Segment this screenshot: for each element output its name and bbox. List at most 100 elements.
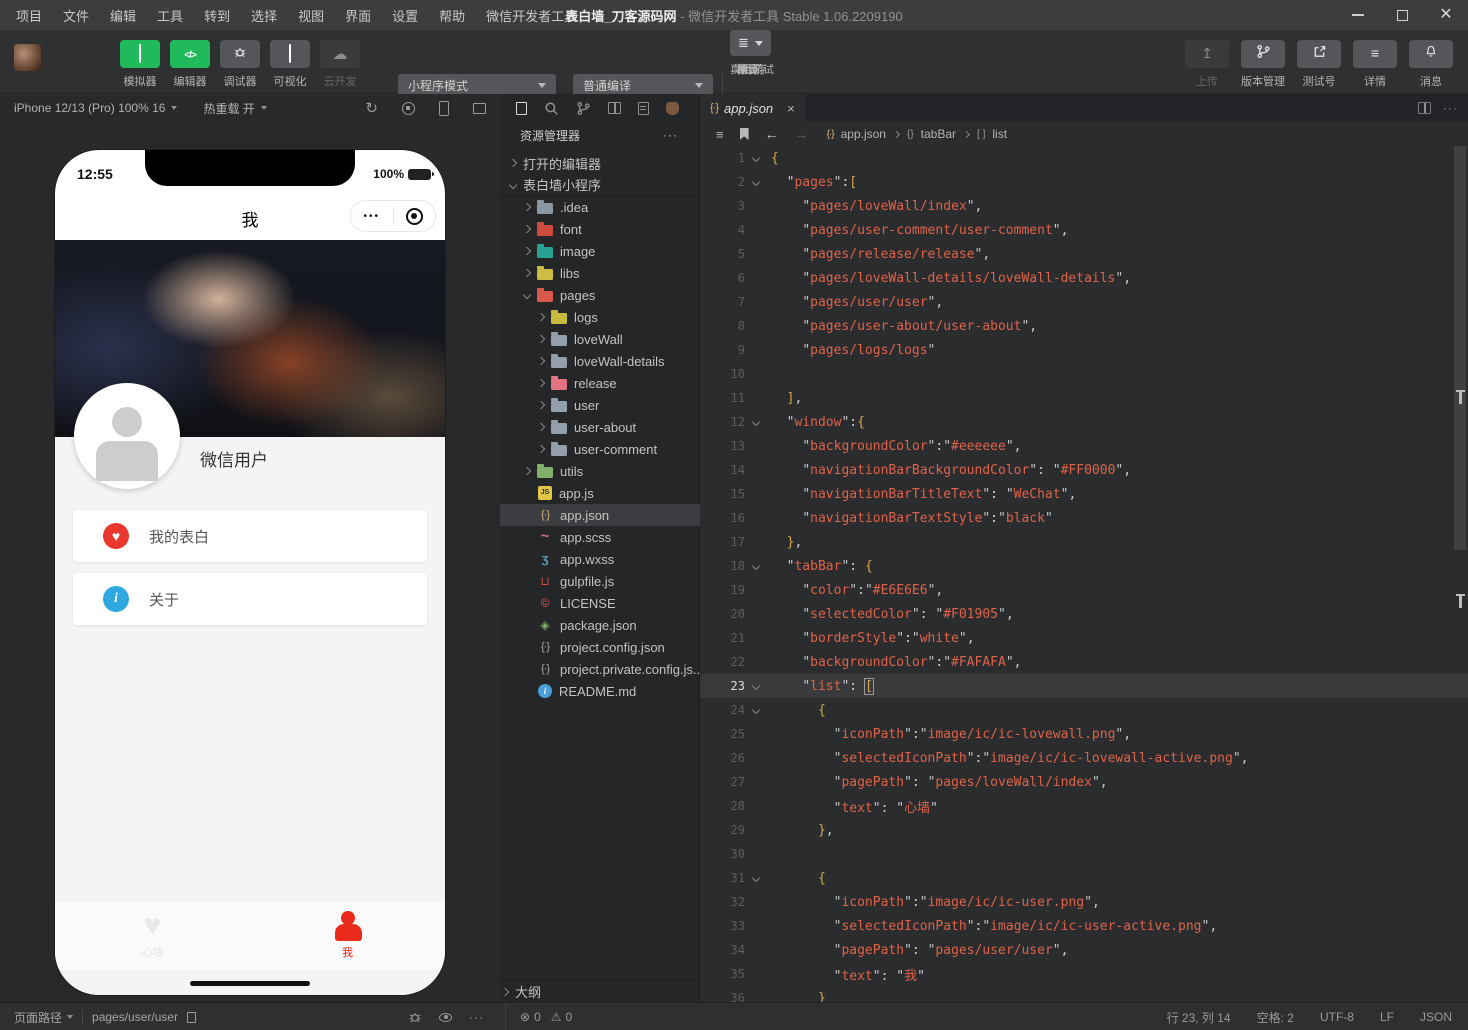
code-line-25[interactable]: 25 "iconPath":"image/ic/ic-lovewall.png"…: [700, 722, 1468, 746]
menu-文件[interactable]: 文件: [63, 6, 89, 25]
code-area[interactable]: 1{2 "pages":[3 "pages/loveWall/index",4 …: [700, 146, 1468, 1002]
tree-item-package.json[interactable]: ◈package.json: [500, 614, 700, 636]
fold-icon[interactable]: [751, 682, 759, 690]
record-icon[interactable]: [402, 102, 415, 115]
code-line-11[interactable]: 11 ],: [700, 386, 1468, 410]
more-actions-icon[interactable]: ···: [663, 128, 678, 142]
code-line-3[interactable]: 3 "pages/loveWall/index",: [700, 194, 1468, 218]
scrollbar-thumb[interactable]: [1454, 146, 1466, 550]
split-editor-icon[interactable]: [1418, 102, 1431, 114]
exit-target-icon[interactable]: [394, 208, 436, 225]
toolbar-button-测试号[interactable]: 测试号: [1297, 30, 1341, 89]
menu-转到[interactable]: 转到: [204, 6, 230, 25]
code-line-34[interactable]: 34 "pagePath": "pages/user/user",: [700, 938, 1468, 962]
tree-item-release[interactable]: release: [500, 372, 700, 394]
more-icon[interactable]: •••: [351, 211, 393, 222]
code-line-26[interactable]: 26 "selectedIconPath":"image/ic/ic-lovew…: [700, 746, 1468, 770]
menu-设置[interactable]: 设置: [392, 6, 418, 25]
tree-item-user[interactable]: user: [500, 394, 700, 416]
code-line-30[interactable]: 30: [700, 842, 1468, 866]
toolbar-button-模拟器[interactable]: 模拟器: [120, 30, 160, 89]
menu-视图[interactable]: 视图: [298, 6, 324, 25]
toolbar-button-版本管理[interactable]: 版本管理: [1241, 30, 1285, 89]
menu-帮助[interactable]: 帮助: [439, 6, 465, 25]
tree-item-project.private.config.js...[interactable]: {·}project.private.config.js...: [500, 658, 700, 680]
code-line-9[interactable]: 9 "pages/logs/logs": [700, 338, 1468, 362]
menu-card-我的表白[interactable]: ♥我的表白: [73, 510, 427, 562]
tree-item-app.wxss[interactable]: ʒapp.wxss: [500, 548, 700, 570]
menu-card-关于[interactable]: i关于: [73, 573, 427, 625]
tree-item-LICENSE[interactable]: ©LICENSE: [500, 592, 700, 614]
tree-item-app.json[interactable]: {·}app.json: [500, 504, 700, 526]
toolbar-button-云开发[interactable]: ☁云开发: [320, 30, 360, 89]
files-icon[interactable]: [516, 102, 527, 115]
code-line-1[interactable]: 1{: [700, 146, 1468, 170]
tree-item-user-comment[interactable]: user-comment: [500, 438, 700, 460]
code-line-2[interactable]: 2 "pages":[: [700, 170, 1468, 194]
multi-window-icon[interactable]: [473, 103, 486, 114]
close-tab-icon[interactable]: ×: [787, 101, 795, 116]
breadcrumb-app.json[interactable]: app.json: [841, 127, 886, 141]
code-line-20[interactable]: 20 "selectedColor": "#F01905",: [700, 602, 1468, 626]
tree-item-libs[interactable]: libs: [500, 262, 700, 284]
phone-tab-我[interactable]: 我: [250, 901, 445, 970]
toolbar-button-调试器[interactable]: 调试器: [220, 30, 260, 89]
minimize-button[interactable]: [1336, 0, 1380, 30]
outline-section[interactable]: 大纲: [500, 980, 700, 1002]
code-line-31[interactable]: 31 {: [700, 866, 1468, 890]
debug-icon[interactable]: [408, 1010, 422, 1024]
editor-scrollbar[interactable]: [1454, 146, 1466, 1002]
code-line-23[interactable]: 23 "list": [: [700, 674, 1468, 698]
menu-工具[interactable]: 工具: [157, 6, 183, 25]
tree-item-表白墙小程序[interactable]: 表白墙小程序: [500, 174, 700, 196]
split-view-icon[interactable]: [608, 102, 621, 114]
hand-tool-icon[interactable]: [666, 102, 679, 115]
bookmark-icon[interactable]: [740, 128, 749, 140]
fold-icon[interactable]: [751, 706, 759, 714]
menu-界面[interactable]: 界面: [345, 6, 371, 25]
git-branch-icon[interactable]: [576, 101, 591, 116]
status-segment[interactable]: UTF-8: [1320, 1010, 1354, 1024]
code-line-17[interactable]: 17 },: [700, 530, 1468, 554]
status-segment[interactable]: 空格: 2: [1257, 1009, 1294, 1026]
editor-more-icon[interactable]: ···: [1443, 101, 1458, 115]
phone-tab-心墙[interactable]: ♥心墙: [55, 901, 250, 970]
code-line-4[interactable]: 4 "pages/user-comment/user-comment",: [700, 218, 1468, 242]
code-line-21[interactable]: 21 "borderStyle":"white",: [700, 626, 1468, 650]
status-segment[interactable]: 行 23, 列 14: [1167, 1009, 1231, 1026]
hot-reload-toggle[interactable]: 热重载 开: [203, 100, 266, 117]
tree-item-打开的编辑器[interactable]: 打开的编辑器: [500, 152, 700, 174]
rotate-icon[interactable]: ↻: [365, 99, 378, 117]
copy-path-icon[interactable]: [187, 1012, 196, 1023]
menu-项目[interactable]: 项目: [16, 6, 42, 25]
code-line-7[interactable]: 7 "pages/user/user",: [700, 290, 1468, 314]
tree-item-loveWall[interactable]: loveWall: [500, 328, 700, 350]
preview-eye-icon[interactable]: [439, 1013, 452, 1022]
fold-icon[interactable]: [751, 178, 759, 186]
code-line-32[interactable]: 32 "iconPath":"image/ic/ic-user.png",: [700, 890, 1468, 914]
tree-item-README.md[interactable]: iREADME.md: [500, 680, 700, 702]
code-line-35[interactable]: 35 "text": "我": [700, 962, 1468, 986]
status-segment[interactable]: LF: [1380, 1010, 1394, 1024]
menu-选择[interactable]: 选择: [251, 6, 277, 25]
code-line-10[interactable]: 10: [700, 362, 1468, 386]
problems-indicator[interactable]: ⊗0 ⚠0: [505, 1003, 572, 1030]
tree-item-project.config.json[interactable]: {·}project.config.json: [500, 636, 700, 658]
code-line-18[interactable]: 18 "tabBar": {: [700, 554, 1468, 578]
fold-icon[interactable]: [751, 154, 759, 162]
user-avatar[interactable]: [14, 44, 41, 71]
code-line-24[interactable]: 24 {: [700, 698, 1468, 722]
outline-list-icon[interactable]: ≡: [716, 127, 724, 142]
more-icon[interactable]: ···: [469, 1010, 484, 1024]
back-icon[interactable]: ←: [765, 126, 779, 142]
close-button[interactable]: ✕: [1424, 0, 1468, 30]
fold-icon[interactable]: [751, 562, 759, 570]
breadcrumb-list[interactable]: list: [992, 127, 1007, 141]
code-line-15[interactable]: 15 "navigationBarTitleText": "WeChat",: [700, 482, 1468, 506]
forward-icon[interactable]: →: [795, 126, 809, 142]
tree-item-logs[interactable]: logs: [500, 306, 700, 328]
device-select[interactable]: iPhone 12/13 (Pro) 100% 16: [14, 101, 177, 115]
fold-icon[interactable]: [751, 418, 759, 426]
status-segment[interactable]: JSON: [1420, 1010, 1452, 1024]
menu-编辑[interactable]: 编辑: [110, 6, 136, 25]
